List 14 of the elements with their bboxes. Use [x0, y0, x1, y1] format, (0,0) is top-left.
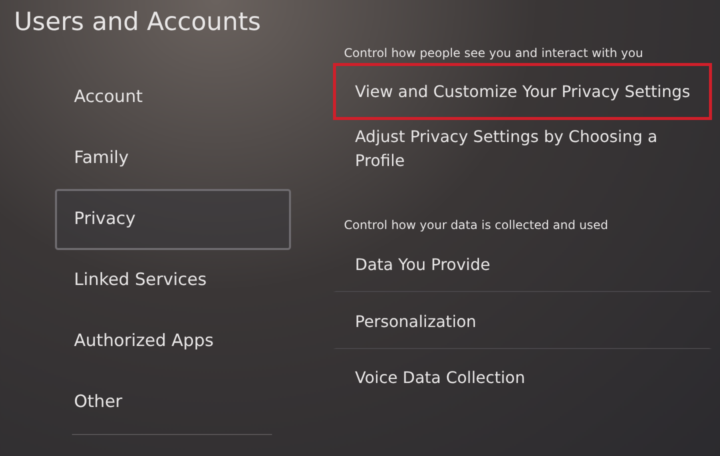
- sidebar-item[interactable]: Linked Services: [55, 250, 291, 311]
- settings-item[interactable]: Data You Provide: [333, 235, 712, 292]
- sidebar-item[interactable]: Other: [55, 372, 291, 433]
- sidebar-item[interactable]: Privacy: [55, 189, 291, 250]
- sidebar-item[interactable]: Account: [55, 67, 291, 128]
- page-title: Users and Accounts: [13, 6, 261, 38]
- section-heading: Control how your data is collected and used: [344, 217, 608, 234]
- section-heading: Control how people see you and interact with you: [344, 45, 644, 62]
- sidebar-item[interactable]: Family: [55, 128, 291, 189]
- sidebar-item[interactable]: Authorized Apps: [55, 311, 291, 372]
- settings-item[interactable]: Voice Data Collection: [333, 349, 712, 406]
- settings-item[interactable]: Personalization: [333, 292, 712, 349]
- settings-item[interactable]: View and Customize Your Privacy Settings: [333, 63, 712, 120]
- settings-item[interactable]: Adjust Privacy Settings by Choosing a Profile: [333, 120, 712, 177]
